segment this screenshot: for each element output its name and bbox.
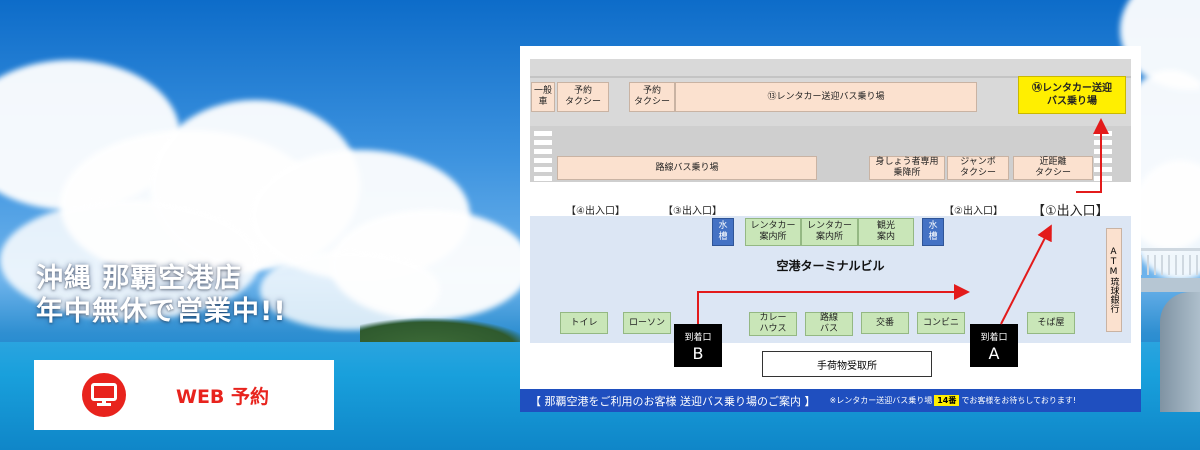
- route-arrows: [697, 118, 1109, 325]
- airport-pickup-map: 一般 車 予約 タクシー 予約 タクシー ⑬レンタカー送迎バス乗り場 ⑭レンタカ…: [520, 46, 1141, 412]
- footer-note: ※レンタカー送迎バス乗り場 14番 でお客様をお待ちしております!: [829, 395, 1077, 406]
- web-reservation-button[interactable]: WEB 予約: [34, 360, 334, 430]
- footer-guidance-title: 【 那覇空港をご利用のお客様 送迎バス乗り場のご案内 】: [530, 394, 816, 408]
- headline-open-all-year: 年中無休で営業中!!: [36, 296, 287, 327]
- bridge-deck: [1140, 278, 1200, 292]
- footer-note-text-end: でお客様をお待ちしております!: [961, 396, 1077, 405]
- map-footer-bar: 【 那覇空港をご利用のお客様 送迎バス乗り場のご案内 】 ※レンタカー送迎バス乗…: [520, 389, 1141, 412]
- route-arrow-to-stop-14: [1076, 118, 1109, 193]
- footer-note-text: ※レンタカー送迎バス乗り場: [829, 396, 933, 405]
- route-arrow-from-b: [697, 284, 970, 324]
- footer-stop-number-badge: 14番: [934, 395, 960, 406]
- bridge-pillar: [1160, 292, 1200, 412]
- web-reservation-label: WEB 予約: [176, 386, 270, 408]
- store-headline: 沖縄 那覇空港店 年中無休で営業中!!: [36, 262, 287, 328]
- route-arrow-from-a: [1000, 224, 1052, 325]
- bridge-railing: [1140, 248, 1200, 280]
- headline-store-name: 沖縄 那覇空港店: [36, 263, 243, 294]
- monitor-icon: [82, 373, 126, 417]
